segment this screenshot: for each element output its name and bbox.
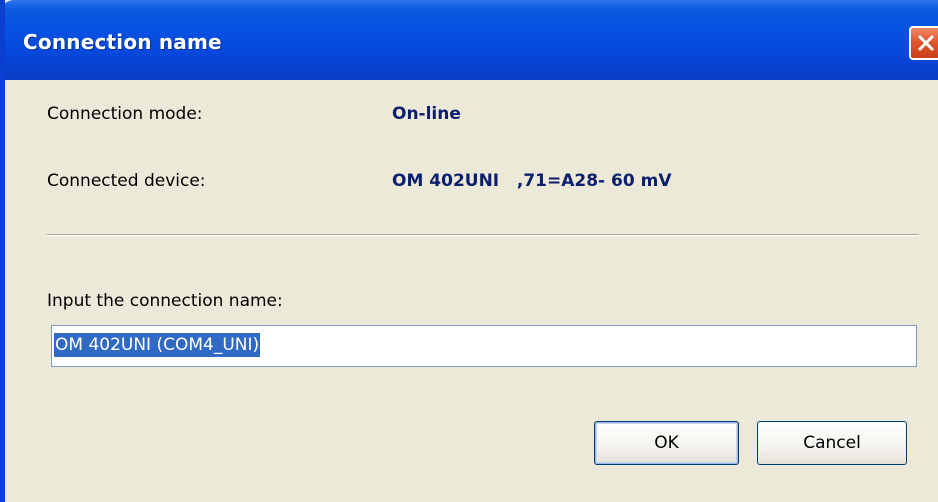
close-icon xyxy=(918,35,934,51)
title-bar[interactable]: Connection name xyxy=(5,0,938,80)
connection-name-dialog: Connection name Connection mode: On-line… xyxy=(0,0,938,502)
connected-device-value: OM 402UNI ,71=A28- 60 mV xyxy=(392,171,672,191)
cancel-button[interactable]: Cancel xyxy=(757,421,907,465)
connection-mode-label: Connection mode: xyxy=(47,104,203,124)
window-title: Connection name xyxy=(23,30,222,54)
connection-name-label: Input the connection name: xyxy=(47,291,283,311)
connection-name-input-value[interactable]: OM 402UNI (COM4_UNI) xyxy=(54,333,261,357)
connected-device-label: Connected device: xyxy=(47,171,206,191)
connection-name-input[interactable]: OM 402UNI (COM4_UNI) xyxy=(51,325,917,367)
close-button[interactable] xyxy=(909,26,938,60)
ok-button[interactable]: OK xyxy=(594,421,739,465)
connection-mode-value: On-line xyxy=(392,104,461,124)
separator xyxy=(47,234,919,236)
